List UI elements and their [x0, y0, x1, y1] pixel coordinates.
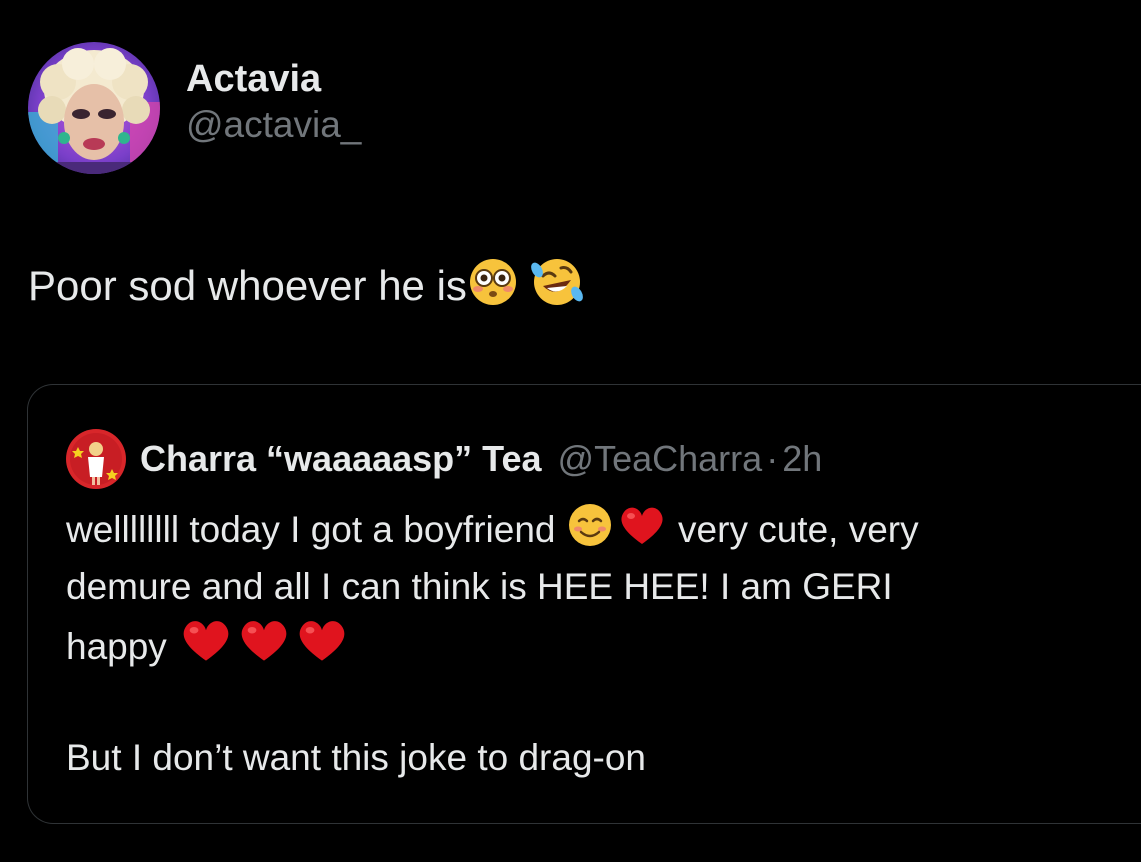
- author-handle[interactable]: @actavia_: [186, 102, 361, 148]
- author-names: Actavia @actavia_: [186, 56, 361, 148]
- quoted-line-1-part-2: very cute, very: [678, 509, 919, 550]
- quoted-line-3-text: happy: [66, 626, 167, 667]
- quoted-tweet-text: wellllllll today I got a boyfriend very …: [66, 501, 1126, 786]
- red-heart-emoji: [235, 615, 293, 681]
- quoted-line-2: demure and all I can think is HEE HEE! I…: [66, 566, 893, 607]
- quoted-line-1: wellllllll today I got a boyfriend very …: [66, 501, 1126, 558]
- quoted-author-handle[interactable]: @TeaCharra: [558, 438, 763, 480]
- quoted-tweet-header: Charra “waaaaasp” Tea @TeaCharra · 2h: [66, 429, 822, 489]
- quoted-tweet-card[interactable]: Charra “waaaaasp” Tea @TeaCharra · 2h we…: [27, 384, 1141, 824]
- tweet-text: Poor sod whoever he is: [28, 256, 589, 322]
- flushed-face-emoji: [467, 256, 525, 322]
- tweet-author[interactable]: Actavia @actavia_: [28, 42, 361, 174]
- smiling-face-emoji: [566, 502, 616, 564]
- red-heart-emoji: [177, 615, 235, 681]
- header-separator: ·: [766, 438, 779, 479]
- quoted-author-display-name[interactable]: Charra “waaaaasp” Tea: [140, 438, 542, 480]
- red-heart-emoji: [616, 502, 668, 564]
- quoted-author-avatar[interactable]: [66, 429, 126, 489]
- quoted-line-1-part-1: wellllllll today I got a boyfriend: [66, 509, 556, 550]
- red-heart-emoji: [293, 615, 351, 681]
- author-display-name[interactable]: Actavia: [186, 56, 361, 102]
- author-avatar[interactable]: [28, 42, 160, 174]
- quoted-tweet-timestamp[interactable]: 2h: [782, 438, 822, 480]
- rolling-on-floor-laughing-emoji: [525, 256, 589, 322]
- tweet-view: Actavia @actavia_ Poor sod whoever he is: [0, 0, 1141, 862]
- quoted-line-3: happy: [66, 615, 1126, 672]
- tweet-text-content: Poor sod whoever he is: [28, 262, 467, 309]
- quoted-line-5: But I don’t want this joke to drag-on: [66, 737, 647, 778]
